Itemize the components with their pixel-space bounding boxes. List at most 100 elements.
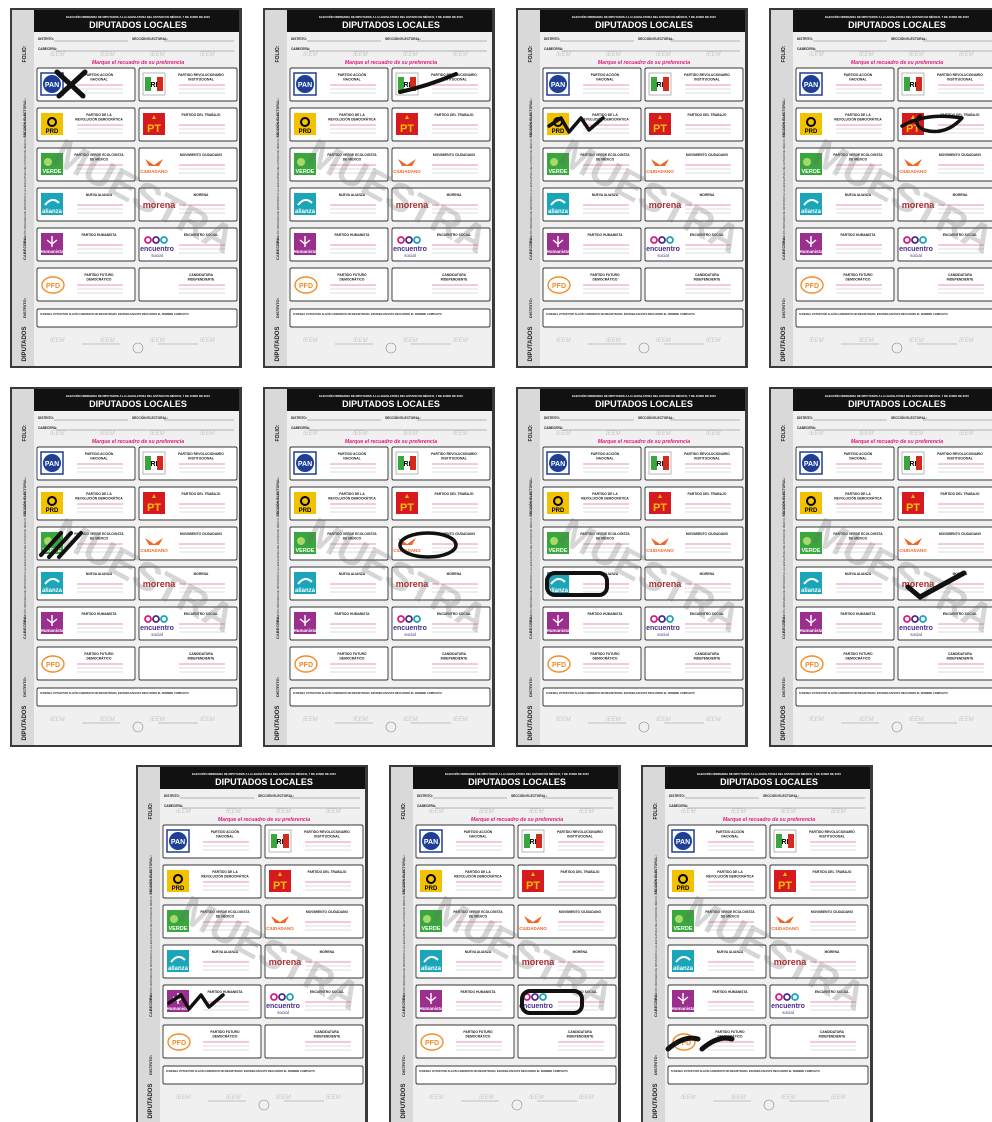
party-box-ind[interactable]: CANDIDATURAINDEPENDIENTE: [769, 1024, 869, 1059]
write-in-box[interactable]: SI DESEA VOTAR POR ALGÚN CANDIDATO NO RE…: [36, 308, 238, 328]
party-box-pri[interactable]: RIPARTIDO REVOLUCIONARIOINSTITUCIONAL: [391, 67, 491, 102]
party-box-prd[interactable]: PRD PARTIDO DE LAREVOLUCIÓN DEMOCRÁTICA: [289, 486, 389, 521]
party-box-pri[interactable]: RIPARTIDO REVOLUCIONARIOINSTITUCIONAL: [138, 446, 238, 481]
write-in-box[interactable]: SI DESEA VOTAR POR ALGÚN CANDIDATO NO RE…: [667, 1065, 869, 1085]
party-box-ind[interactable]: CANDIDATURAINDEPENDIENTE: [391, 646, 491, 681]
party-box-ind[interactable]: CANDIDATURAINDEPENDIENTE: [517, 1024, 617, 1059]
party-box-prd[interactable]: PRD PARTIDO DE LAREVOLUCIÓN DEMOCRÁTICA: [162, 864, 262, 899]
party-logo: alianza: [420, 950, 442, 972]
party-box-pri[interactable]: RIPARTIDO REVOLUCIONARIOINSTITUCIONAL: [517, 824, 617, 859]
write-in-box[interactable]: SI DESEA VOTAR POR ALGÚN CANDIDATO NO RE…: [36, 687, 238, 707]
party-box-pt[interactable]: PTPARTIDO DEL TRABAJO: [897, 107, 992, 142]
party-box-pan[interactable]: PAN PARTIDO ACCIÓNNACIONAL: [415, 824, 515, 859]
party-box-pfd[interactable]: PFD PARTIDO FUTURODEMOCRÁTICO: [36, 267, 136, 302]
party-box-pfd[interactable]: PFD PARTIDO FUTURODEMOCRÁTICO: [289, 646, 389, 681]
party-logo-text: social: [910, 253, 922, 258]
party-logo-text: social: [657, 632, 669, 637]
party-box-ph[interactable]: HumanistaPARTIDO HUMANISTA: [542, 227, 642, 262]
party-box-pt[interactable]: PTPARTIDO DEL TRABAJO: [769, 864, 869, 899]
party-name: PARTIDO FUTURO: [843, 273, 873, 277]
party-box-pri[interactable]: RIPARTIDO REVOLUCIONARIOINSTITUCIONAL: [769, 824, 869, 859]
party-box-ind[interactable]: CANDIDATURAINDEPENDIENTE: [264, 1024, 364, 1059]
stub-label: DISTRITO:: [22, 677, 27, 697]
party-box-ph[interactable]: HumanistaPARTIDO HUMANISTA: [667, 984, 767, 1019]
party-box-pan[interactable]: PAN PARTIDO ACCIÓNNACIONAL: [795, 67, 895, 102]
party-box-prd[interactable]: PRD PARTIDO DE LAREVOLUCIÓN DEMOCRÁTICA: [795, 107, 895, 142]
party-box-pt[interactable]: PTPARTIDO DEL TRABAJO: [391, 107, 491, 142]
party-box-pri[interactable]: RIPARTIDO REVOLUCIONARIOINSTITUCIONAL: [897, 446, 992, 481]
write-in-box[interactable]: SI DESEA VOTAR POR ALGÚN CANDIDATO NO RE…: [289, 308, 491, 328]
party-box-pfd[interactable]: PFD PARTIDO FUTURODEMOCRÁTICO: [542, 646, 642, 681]
party-box-pt[interactable]: PTPARTIDO DEL TRABAJO: [138, 107, 238, 142]
party-box-ph[interactable]: HumanistaPARTIDO HUMANISTA: [36, 606, 136, 641]
party-box-pfd[interactable]: PFD PARTIDO FUTURODEMOCRÁTICO: [36, 646, 136, 681]
party-box-ph[interactable]: HumanistaPARTIDO HUMANISTA: [162, 984, 262, 1019]
write-in-box[interactable]: SI DESEA VOTAR POR ALGÚN CANDIDATO NO RE…: [415, 1065, 617, 1085]
party-box-ind[interactable]: CANDIDATURAINDEPENDIENTE: [897, 267, 992, 302]
party-box-pfd[interactable]: PFD PARTIDO FUTURODEMOCRÁTICO: [289, 267, 389, 302]
write-in-box[interactable]: SI DESEA VOTAR POR ALGÚN CANDIDATO NO RE…: [162, 1065, 364, 1085]
party-box-ind[interactable]: CANDIDATURAINDEPENDIENTE: [897, 646, 992, 681]
ieem-watermark: IEEM: [909, 338, 924, 344]
write-in-box[interactable]: SI DESEA VOTAR POR ALGÚN CANDIDATO NO RE…: [542, 308, 744, 328]
party-box-pfd[interactable]: PFD PARTIDO FUTURODEMOCRÁTICO: [795, 646, 895, 681]
party-box-ph[interactable]: HumanistaPARTIDO HUMANISTA: [36, 227, 136, 262]
party-box-prd[interactable]: PRD PARTIDO DE LAREVOLUCIÓN DEMOCRÁTICA: [289, 107, 389, 142]
party-box-prd[interactable]: PRD PARTIDO DE LAREVOLUCIÓN DEMOCRÁTICA: [667, 864, 767, 899]
party-logo: Humanista: [293, 612, 317, 634]
write-in-box[interactable]: SI DESEA VOTAR POR ALGÚN CANDIDATO NO RE…: [542, 687, 744, 707]
party-box-prd[interactable]: PRD PARTIDO DE LAREVOLUCIÓN DEMOCRÁTICA: [36, 486, 136, 521]
party-box-pan[interactable]: PAN PARTIDO ACCIÓNNACIONAL: [667, 824, 767, 859]
party-box-pan[interactable]: PAN PARTIDO ACCIÓNNACIONAL: [542, 67, 642, 102]
party-logo-text: RI: [657, 461, 664, 468]
party-box-ph[interactable]: HumanistaPARTIDO HUMANISTA: [542, 606, 642, 641]
party-box-pt[interactable]: PTPARTIDO DEL TRABAJO: [138, 486, 238, 521]
party-box-pan[interactable]: PAN PARTIDO ACCIÓNNACIONAL: [289, 446, 389, 481]
ballot: FOLIO: SECCIÓN ELECTORAL: ELECCIÓN ORDINAR…: [641, 765, 873, 1122]
party-logo-text: encuentro: [140, 625, 174, 632]
party-box-pan[interactable]: PAN PARTIDO ACCIÓNNACIONAL: [162, 824, 262, 859]
party-box-ind[interactable]: CANDIDATURAINDEPENDIENTE: [644, 646, 744, 681]
party-logo-text: PFD: [172, 1040, 186, 1047]
write-in-box[interactable]: SI DESEA VOTAR POR ALGÚN CANDIDATO NO RE…: [795, 308, 992, 328]
party-box-pt[interactable]: PTPARTIDO DEL TRABAJO: [897, 486, 992, 521]
party-box-prd[interactable]: PRD PARTIDO DE LAREVOLUCIÓN DEMOCRÁTICA: [36, 107, 136, 142]
party-box-pfd[interactable]: PFD PARTIDO FUTURODEMOCRÁTICO: [542, 267, 642, 302]
write-in-box[interactable]: SI DESEA VOTAR POR ALGÚN CANDIDATO NO RE…: [795, 687, 992, 707]
party-box-ind[interactable]: CANDIDATURAINDEPENDIENTE: [644, 267, 744, 302]
party-box-pan[interactable]: PAN PARTIDO ACCIÓNNACIONAL: [289, 67, 389, 102]
party-box-pt[interactable]: PTPARTIDO DEL TRABAJO: [391, 486, 491, 521]
party-box-prd[interactable]: PRD PARTIDO DE LAREVOLUCIÓN DEMOCRÁTICA: [415, 864, 515, 899]
party-box-pt[interactable]: PTPARTIDO DEL TRABAJO: [264, 864, 364, 899]
party-box-prd[interactable]: PRD PARTIDO DE LAREVOLUCIÓN DEMOCRÁTICA: [795, 486, 895, 521]
party-box-pan[interactable]: PAN PARTIDO ACCIÓNNACIONAL: [542, 446, 642, 481]
distrito-label: DISTRITO:: [544, 37, 560, 41]
party-box-pri[interactable]: RIPARTIDO REVOLUCIONARIOINSTITUCIONAL: [644, 67, 744, 102]
party-box-pri[interactable]: RIPARTIDO REVOLUCIONARIOINSTITUCIONAL: [138, 67, 238, 102]
party-box-pfd[interactable]: PFD PARTIDO FUTURODEMOCRÁTICO: [795, 267, 895, 302]
party-box-pfd[interactable]: PFD PARTIDO FUTURODEMOCRÁTICO: [162, 1024, 262, 1059]
party-box-ph[interactable]: HumanistaPARTIDO HUMANISTA: [289, 606, 389, 641]
party-box-ph[interactable]: HumanistaPARTIDO HUMANISTA: [289, 227, 389, 262]
party-box-ph[interactable]: HumanistaPARTIDO HUMANISTA: [415, 984, 515, 1019]
party-box-pri[interactable]: RIPARTIDO REVOLUCIONARIOINSTITUCIONAL: [391, 446, 491, 481]
party-box-ph[interactable]: HumanistaPARTIDO HUMANISTA: [795, 227, 895, 262]
party-box-ind[interactable]: CANDIDATURAINDEPENDIENTE: [391, 267, 491, 302]
party-box-pt[interactable]: PTPARTIDO DEL TRABAJO: [644, 486, 744, 521]
party-box-pan[interactable]: PAN PARTIDO ACCIÓNNACIONAL: [36, 446, 136, 481]
party-box-ind[interactable]: CANDIDATURAINDEPENDIENTE: [138, 646, 238, 681]
party-box-ph[interactable]: HumanistaPARTIDO HUMANISTA: [795, 606, 895, 641]
party-box-pri[interactable]: RIPARTIDO REVOLUCIONARIOINSTITUCIONAL: [264, 824, 364, 859]
party-box-pt[interactable]: PTPARTIDO DEL TRABAJO: [644, 107, 744, 142]
party-box-ind[interactable]: CANDIDATURAINDEPENDIENTE: [138, 267, 238, 302]
party-box-prd[interactable]: PRD PARTIDO DE LAREVOLUCIÓN DEMOCRÁTICA: [542, 107, 642, 142]
party-box-pt[interactable]: PTPARTIDO DEL TRABAJO: [517, 864, 617, 899]
party-logo: PRD: [800, 492, 822, 514]
party-box-prd[interactable]: PRD PARTIDO DE LAREVOLUCIÓN DEMOCRÁTICA: [542, 486, 642, 521]
party-box-pri[interactable]: RIPARTIDO REVOLUCIONARIOINSTITUCIONAL: [897, 67, 992, 102]
party-box-pri[interactable]: RIPARTIDO REVOLUCIONARIOINSTITUCIONAL: [644, 446, 744, 481]
party-logo-text: PRD: [552, 508, 565, 514]
party-box-pfd[interactable]: PFD PARTIDO FUTURODEMOCRÁTICO: [415, 1024, 515, 1059]
write-in-box[interactable]: SI DESEA VOTAR POR ALGÚN CANDIDATO NO RE…: [289, 687, 491, 707]
party-box-pan[interactable]: PAN PARTIDO ACCIÓNNACIONAL: [795, 446, 895, 481]
